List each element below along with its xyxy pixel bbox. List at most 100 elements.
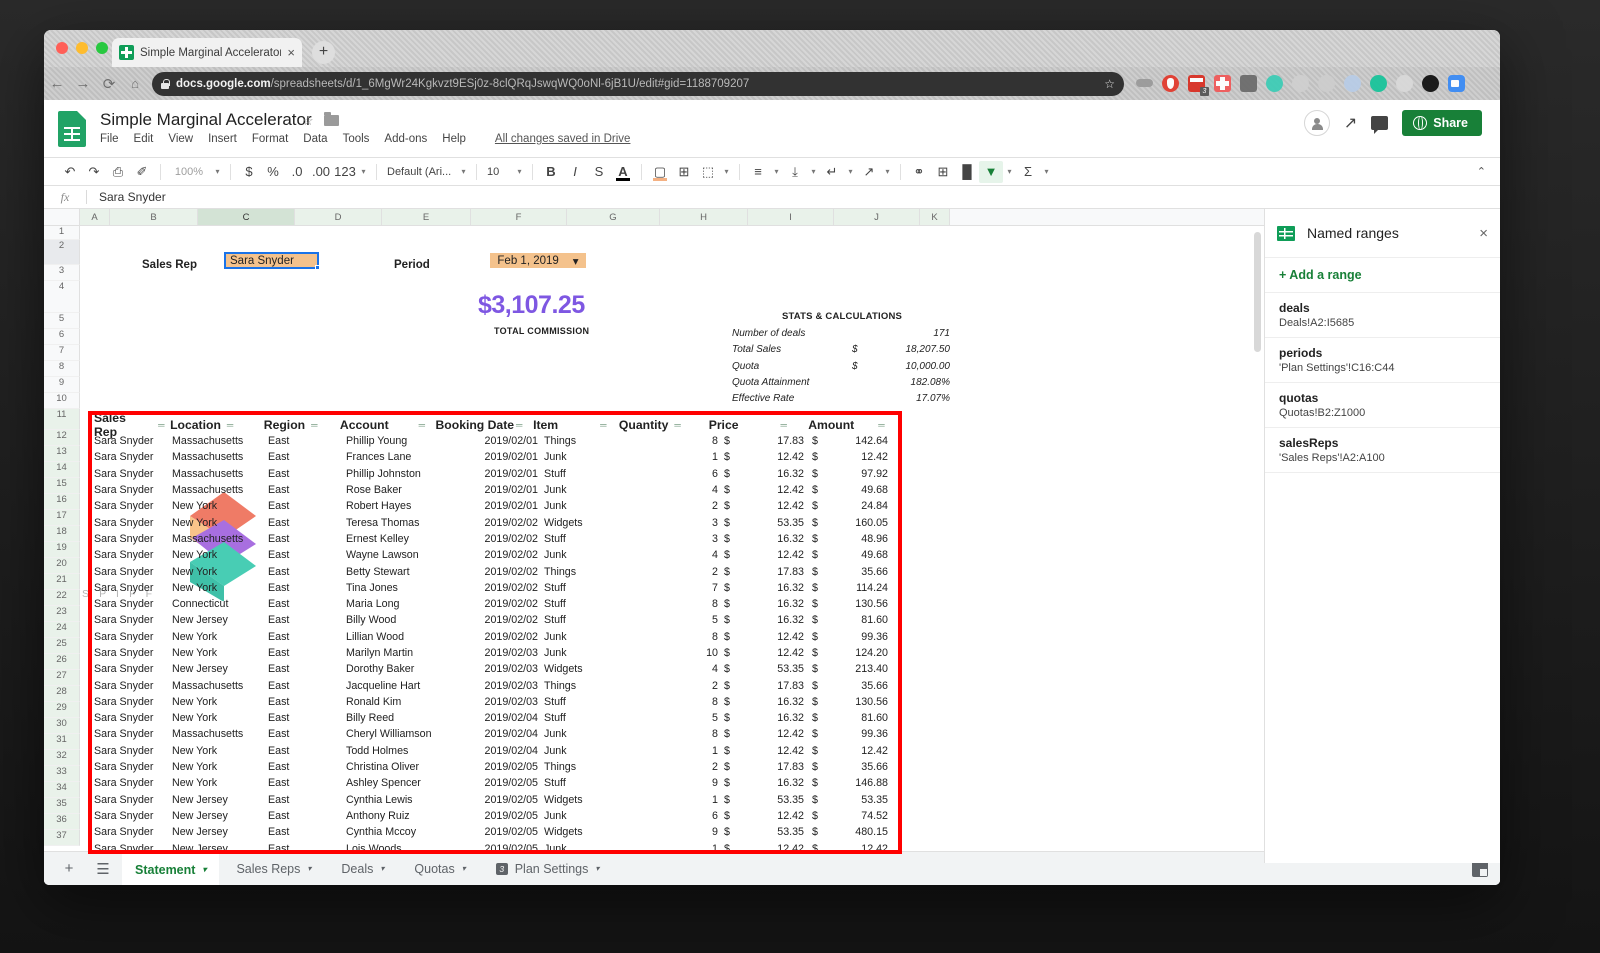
cell-booking-date[interactable]: 2019/02/01 [444,484,544,496]
cell-region[interactable]: East [268,484,346,496]
table-row[interactable]: Sara SnyderNew YorkEastMarilyn Martin201… [94,645,896,661]
menu-edit[interactable]: Edit [134,133,154,145]
cell-account[interactable]: Tina Jones [346,582,444,594]
cell-item[interactable]: Junk [544,647,632,659]
extension-icon-1[interactable] [1136,75,1153,92]
cell-price-currency[interactable]: $ [724,468,738,480]
cell-item[interactable]: Things [544,680,632,692]
cell-amount[interactable]: 35.66 [826,680,888,692]
cell-price-currency[interactable]: $ [724,810,738,822]
cell-booking-date[interactable]: 2019/02/02 [444,566,544,578]
row-header-15[interactable]: 15 [44,478,80,494]
font-family-select[interactable]: Default (Ari... [383,161,457,183]
cell-sales-rep[interactable]: Sara Snyder [94,549,172,561]
extension-icon-7[interactable] [1292,75,1309,92]
column-header-c[interactable]: C [198,209,295,225]
chevron-down-icon[interactable]: ▾ [595,864,599,873]
table-row[interactable]: Sara SnyderNew YorkEastChristina Oliver2… [94,759,896,775]
cell-region[interactable]: East [268,566,346,578]
cell-price-currency[interactable]: $ [724,582,738,594]
cell-amount-currency[interactable]: $ [804,663,826,675]
collapse-toolbar-button[interactable]: ⌃ [1477,165,1486,178]
paint-format-button[interactable]: ✐ [130,161,154,183]
cell-price[interactable]: 16.32 [738,696,804,708]
cell-amount-currency[interactable]: $ [804,680,826,692]
column-header-h[interactable]: H [660,209,748,225]
fill-handle[interactable] [315,265,320,270]
column-header-j[interactable]: J [834,209,920,225]
menu-help[interactable]: Help [442,133,466,145]
chevron-down-icon[interactable]: ▾ [380,864,384,873]
table-row[interactable]: Sara SnyderNew JerseyEastDorothy Baker20… [94,661,896,677]
cell-price-currency[interactable]: $ [724,435,738,447]
zoom-caret-icon[interactable]: ▾ [211,161,224,183]
cell-location[interactable]: New Jersey [172,826,268,838]
cell-location[interactable]: New York [172,582,268,594]
menu-format[interactable]: Format [252,133,288,145]
extension-icon-notes[interactable]: 3 [1188,75,1205,92]
column-header-a[interactable]: A [80,209,110,225]
cell-sales-rep[interactable]: Sara Snyder [94,598,172,610]
row-header-31[interactable]: 31 [44,734,80,750]
table-row[interactable]: Sara SnyderNew JerseyEastCynthia Lewis20… [94,792,896,808]
cell-amount-currency[interactable]: $ [804,484,826,496]
cell-amount[interactable]: 74.52 [826,810,888,822]
home-icon[interactable]: ⌂ [122,76,148,91]
cell-item[interactable]: Stuff [544,533,632,545]
cell-amount[interactable]: 81.60 [826,614,888,626]
cell-quantity[interactable]: 7 [632,582,724,594]
row-header-8[interactable]: 8 [44,361,80,377]
cell-sales-rep[interactable]: Sara Snyder [94,566,172,578]
filter-icon[interactable]: ═ [878,420,890,430]
cell-quantity[interactable]: 8 [632,631,724,643]
cell-quantity[interactable]: 1 [632,451,724,463]
cell-booking-date[interactable]: 2019/02/01 [444,451,544,463]
print-button[interactable]: ⎙ [106,161,130,183]
cell-quantity[interactable]: 8 [632,696,724,708]
cell-sales-rep[interactable]: Sara Snyder [94,794,172,806]
menu-data[interactable]: Data [303,133,327,145]
cell-quantity[interactable]: 2 [632,761,724,773]
row-header-5[interactable]: 5 [44,313,80,329]
cell-amount[interactable]: 49.68 [826,549,888,561]
cell-sales-rep[interactable]: Sara Snyder [94,663,172,675]
cell-price[interactable]: 16.32 [738,712,804,724]
cell-booking-date[interactable]: 2019/02/04 [444,712,544,724]
cell-price-currency[interactable]: $ [724,696,738,708]
cell-quantity[interactable]: 3 [632,533,724,545]
cell-item[interactable]: Junk [544,745,632,757]
cell-account[interactable]: Jacqueline Hart [346,680,444,692]
cell-amount[interactable]: 160.05 [826,517,888,529]
cell-sales-rep[interactable]: Sara Snyder [94,500,172,512]
cell-location[interactable]: Massachusetts [172,484,268,496]
cell-sales-rep[interactable]: Sara Snyder [94,712,172,724]
extension-icon-adblock[interactable] [1162,75,1179,92]
cell-booking-date[interactable]: 2019/02/05 [444,777,544,789]
cell-price[interactable]: 17.83 [738,566,804,578]
menu-file[interactable]: File [100,133,119,145]
cell-account[interactable]: Robert Hayes [346,500,444,512]
row-header-3[interactable]: 3 [44,265,80,281]
cell-price[interactable]: 17.83 [738,435,804,447]
row-header-27[interactable]: 27 [44,670,80,686]
row-header-29[interactable]: 29 [44,702,80,718]
cell-price-currency[interactable]: $ [724,533,738,545]
cell-sales-rep[interactable]: Sara Snyder [94,696,172,708]
cell-booking-date[interactable]: 2019/02/02 [444,598,544,610]
table-row[interactable]: Sara SnyderNew YorkEastTodd Holmes2019/0… [94,743,896,759]
cell-price[interactable]: 16.32 [738,614,804,626]
cell-sales-rep[interactable]: Sara Snyder [94,435,172,447]
cell-quantity[interactable]: 8 [632,728,724,740]
cell-item[interactable]: Stuff [544,614,632,626]
cell-item[interactable]: Junk [544,484,632,496]
cell-location[interactable]: New Jersey [172,794,268,806]
halign-caret-icon[interactable]: ▾ [770,161,783,183]
cell-amount[interactable]: 48.96 [826,533,888,545]
named-range-item-periods[interactable]: periods 'Plan Settings'!C16:C44 [1265,338,1500,383]
folder-icon[interactable] [324,115,339,126]
column-header-b[interactable]: B [110,209,198,225]
table-row[interactable]: Sara SnyderNew YorkEastBetty Stewart2019… [94,563,896,579]
table-row[interactable]: Sara SnyderNew YorkEastRobert Hayes2019/… [94,498,896,514]
borders-button[interactable]: ⊞ [672,161,696,183]
cell-sales-rep[interactable]: Sara Snyder [94,826,172,838]
